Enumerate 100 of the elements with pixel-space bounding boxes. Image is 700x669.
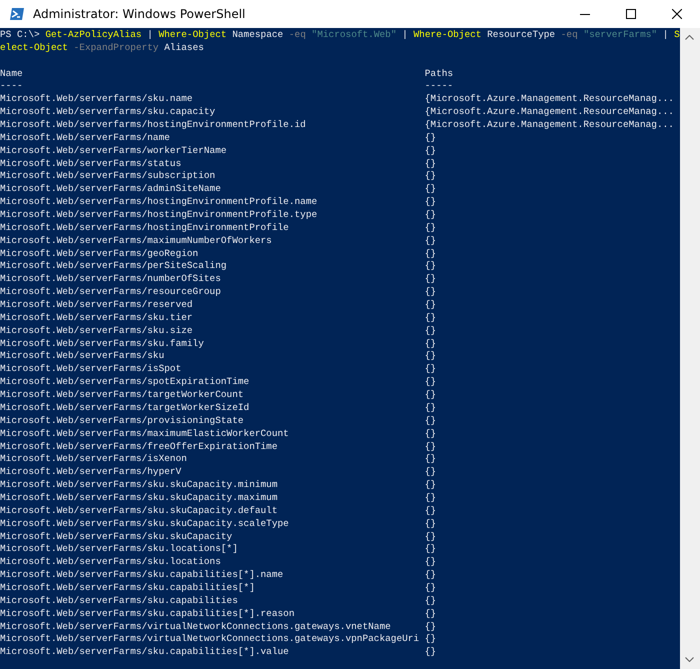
alias-paths: {} [424,260,438,274]
alias-paths: {} [424,466,438,480]
alias-name: Microsoft.Web/serverFarms/workerTierName [0,144,228,158]
alias-paths: {Microsoft.Azure.Management.ResourceManag... [424,119,674,132]
cmdlet-name: S [674,29,680,40]
alias-paths: {} [424,222,438,235]
alias-paths: {} [424,633,438,646]
alias-name: Microsoft.Web/serverFarms/targetWorkerCount [0,389,245,402]
alias-paths: {} [424,273,438,286]
alias-paths: {} [424,582,438,595]
parameter-text: -eq [560,29,578,40]
scroll-down-icon[interactable] [685,657,694,662]
alias-name: Microsoft.Web/serverFarms/sku.capabilities [0,594,239,608]
alias-name: Microsoft.Web/serverFarms/sku.capabilities[*].value [0,646,290,660]
alias-paths: {} [424,170,438,184]
command-text: | [146,29,154,40]
alias-paths: {} [424,286,438,300]
alias-paths: {} [424,518,438,531]
maximize-icon [626,9,636,19]
alias-name: Microsoft.Web/serverFarms/resourceGroup [0,286,222,300]
parameter-text: -ExpandProperty [74,42,159,53]
alias-name: Microsoft.Web/serverFarms/maximumElasticWorkerCount [0,428,290,440]
command-text: Aliases [163,42,204,53]
alias-name: Microsoft.Web/serverFarms/sku.capabilities[*] [0,582,256,595]
alias-name: Microsoft.Web/serverFarms/isSpot [0,363,182,376]
alias-name: Microsoft.Web/serverFarms/virtualNetworkConnections.gateways.vpnPackageUri [0,633,420,646]
alias-paths: {} [424,248,438,260]
alias-paths: {} [424,492,438,505]
alias-name: Microsoft.Web/serverFarms/sku [0,350,166,364]
alias-name: Microsoft.Web/serverFarms/isXenon [0,453,188,466]
alias-paths: {} [424,569,438,582]
alias-name: Microsoft.Web/serverFarms/sku.skuCapacity.minimum [0,479,279,492]
command-text: | [662,29,670,40]
alias-paths: {} [424,312,438,325]
scrollbar[interactable] [680,28,700,669]
powershell-icon [9,6,25,22]
string-literal: "Microsoft.Web" [312,29,396,40]
alias-name: Microsoft.Web/serverFarms/subscription [0,170,216,184]
alias-paths: {} [424,646,438,660]
alias-paths: {} [424,299,438,312]
alias-paths: {} [424,453,438,466]
close-icon [672,9,682,19]
column-header: Paths [424,68,454,80]
alias-paths: {} [424,414,438,428]
header-underline: ----- [424,80,454,94]
string-literal: "serverFarms" [583,29,658,40]
alias-paths: {} [424,594,438,608]
parameter-text: -eq [288,29,306,40]
alias-paths: {} [424,196,438,210]
alias-name: Microsoft.Web/serverFarms/numberOfSites [0,273,222,286]
scroll-up-icon[interactable] [685,35,694,40]
cmdlet-name: Where-Object [158,29,227,40]
alias-paths: {} [424,543,438,556]
alias-name: Microsoft.Web/serverFarms/hostingEnvironmentProfile [0,222,290,235]
cmdlet-name: Where-Object [414,29,482,40]
alias-paths: {} [424,350,438,364]
window-title: Administrator: Windows PowerShell [33,7,246,21]
alias-paths: {} [424,620,438,634]
alias-paths: {} [424,440,438,454]
alias-name: Microsoft.Web/serverFarms/spotExpirationTime [0,376,250,390]
alias-name: Microsoft.Web/serverFarms/sku.skuCapacity.maximum [0,492,279,505]
alias-name: Microsoft.Web/serverFarms/name [0,132,171,145]
alias-name: Microsoft.Web/serverFarms/geoRegion [0,248,200,260]
alias-name: Microsoft.Web/serverFarms/freeOfferExpirationTime [0,440,279,454]
column-header: Name [0,68,24,80]
alias-name: Microsoft.Web/serverFarms/hyperV [0,466,182,480]
alias-paths: {} [424,504,438,518]
command-text: ResourceType [486,29,556,40]
alias-name: Microsoft.Web/serverFarms/sku.capabilities[*].name [0,569,284,582]
alias-paths: {} [424,363,438,376]
alias-paths: {} [424,428,438,440]
alias-paths: {} [424,479,438,492]
alias-name: Microsoft.Web/serverFarms/sku.size [0,324,194,338]
alias-name: Microsoft.Web/serverFarms/hostingEnvironmentProfile.type [0,209,318,222]
alias-paths: {} [424,183,438,196]
alias-name: Microsoft.Web/serverFarms/provisioningState [0,414,245,428]
header-underline: ---- [0,80,24,94]
cmdlet-name: elect-Object [0,42,68,53]
alias-name: Microsoft.Web/serverFarms/sku.locations [0,556,222,570]
alias-paths: {} [424,324,438,338]
alias-name: Microsoft.Web/serverFarms/perSiteScaling [0,260,228,274]
alias-paths: {} [424,144,438,158]
alias-name: Microsoft.Web/serverFarms/adminSiteName [0,183,222,196]
command-text: PS C:\> [0,29,41,40]
alias-name: Microsoft.Web/serverFarms/targetWorkerSizeId [0,402,250,415]
alias-name: Microsoft.Web/serverFarms/hostingEnvironmentProfile.name [0,196,318,210]
alias-name: Microsoft.Web/serverfarms/sku.name [0,93,194,106]
alias-name: Microsoft.Web/serverFarms/sku.skuCapacity.default [0,504,279,518]
alias-paths: {} [424,132,438,145]
alias-name: Microsoft.Web/serverFarms/sku.skuCapacity [0,530,234,544]
alias-name: Microsoft.Web/serverFarms/sku.locations[*] [0,543,239,556]
alias-name: Microsoft.Web/serverFarms/sku.family [0,338,205,350]
alias-name: Microsoft.Web/serverFarms/sku.skuCapacity.scaleType [0,518,290,531]
alias-paths: {} [424,209,438,222]
alias-paths: {} [424,530,438,544]
alias-name: Microsoft.Web/serverFarms/sku.tier [0,312,194,325]
alias-paths: {} [424,338,438,350]
alias-name: Microsoft.Web/serverFarms/status [0,158,182,170]
alias-paths: {} [424,556,438,570]
alias-name: Microsoft.Web/serverfarms/sku.capacity [0,106,216,120]
